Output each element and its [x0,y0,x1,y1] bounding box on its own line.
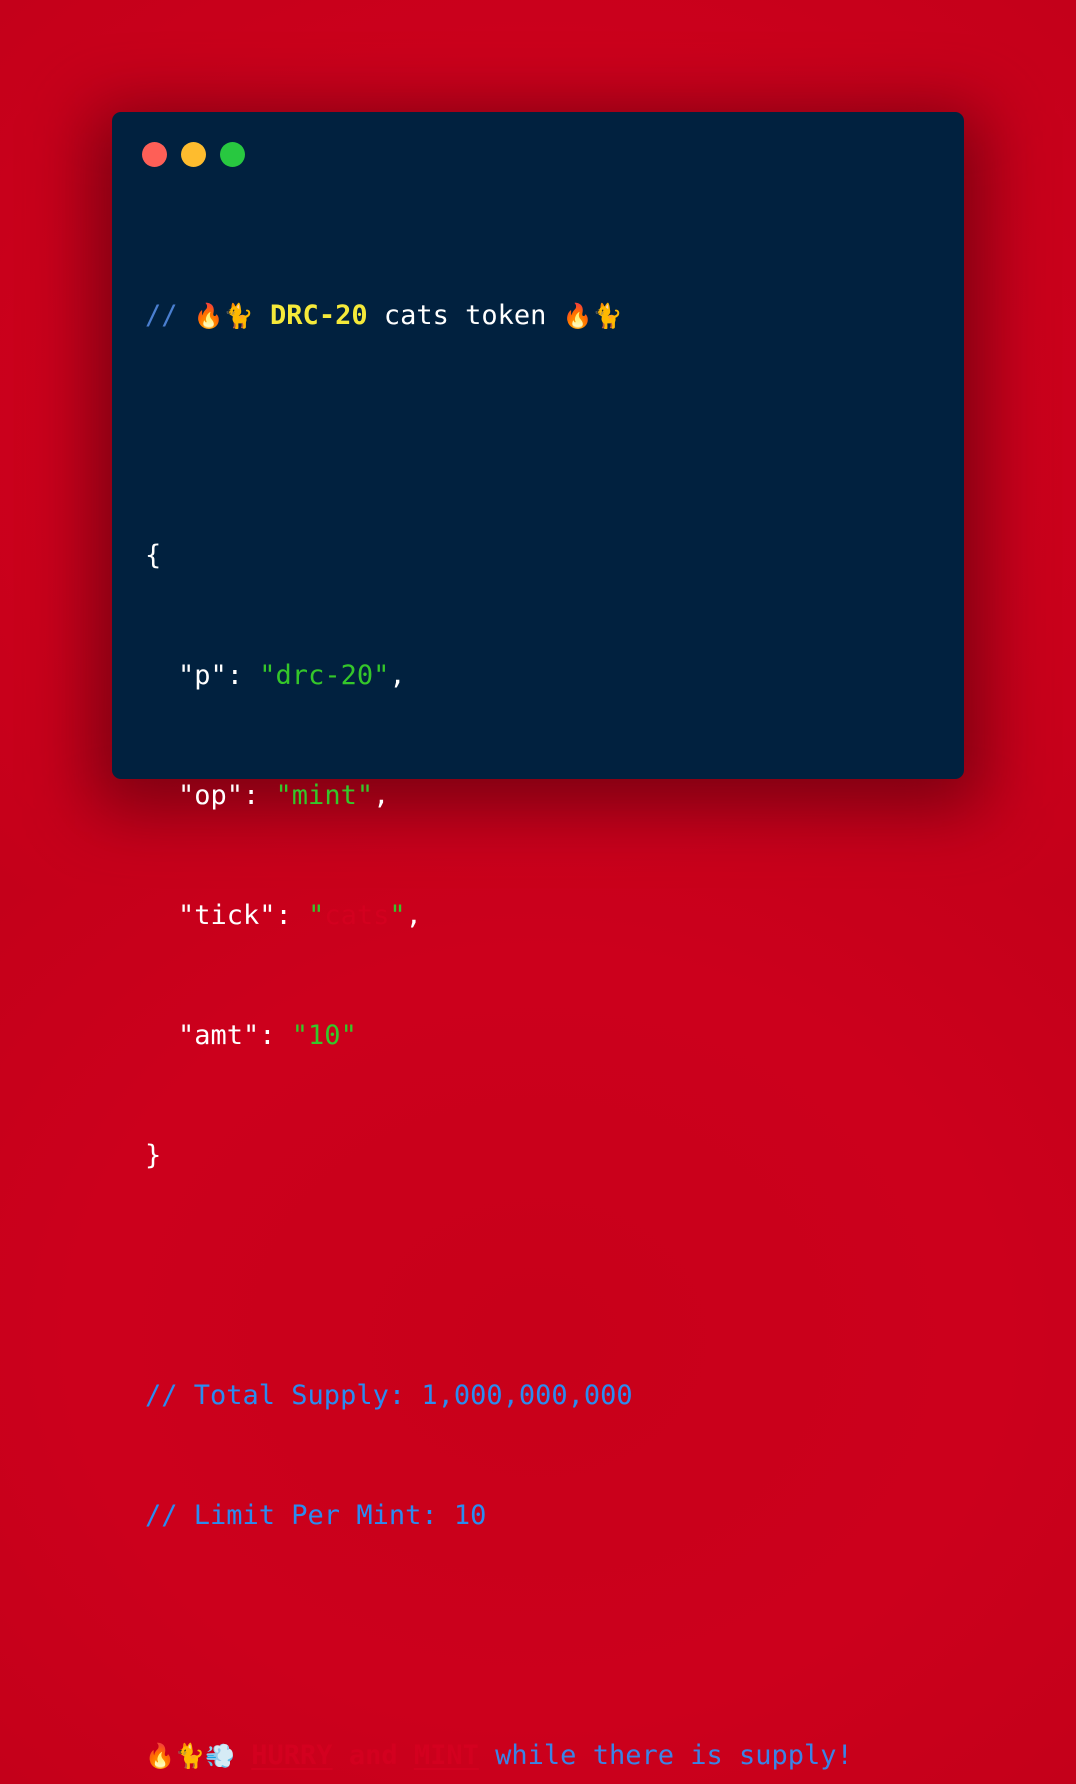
json-value: "mint" [275,780,374,811]
json-value-quote-open: " [308,900,325,931]
json-key: "op" [178,780,244,811]
json-value: "10" [291,1020,357,1051]
json-trailing: , [405,900,422,931]
mint-word: MINT [413,1740,479,1771]
supply-comment-line: // Total Supply: 1,000,000,000 [145,1376,853,1416]
header-comment-line: // 🔥🐈 DRC-20 cats token 🔥🐈 [145,296,853,336]
minimize-icon[interactable] [181,142,206,167]
code-window: // 🔥🐈 DRC-20 cats token 🔥🐈 { "p": "drc-2… [112,112,964,1771]
comment-slashes: // [145,300,178,331]
fire-icon: 🔥 [193,302,224,330]
json-line-amt: "amt": "10" [178,1020,357,1051]
cat-icon: 🐈 [592,302,623,330]
json-value: "drc-20" [259,660,390,691]
limit-comment-line: // Limit Per Mint: 10 [145,1496,853,1536]
json-key: "tick" [178,900,276,931]
open-brace: { [145,540,162,571]
total-supply-comment: // Total Supply: 1,000,000,000 [145,1380,633,1411]
and-word: and [348,1740,398,1771]
close-brace-line: } [145,1136,853,1176]
window-controls [142,142,245,167]
json-trailing: , [389,660,406,691]
json-trailing: , [373,780,390,811]
close-brace: } [145,1140,162,1171]
fire-icon: 🔥 [145,1742,175,1770]
header-text: cats token [383,300,547,331]
footer-text: while there is supply! [495,1740,853,1771]
close-icon[interactable] [142,142,167,167]
cat-icon: 🐈 [175,1742,205,1770]
cat-icon: 🐈 [223,302,254,330]
footer-line: 🔥🐈💨 HURRY and MINT while there is supply… [145,1736,853,1776]
code-content: // 🔥🐈 DRC-20 cats token 🔥🐈 { "p": "drc-2… [145,216,853,1784]
json-value-tick: cats [324,900,390,931]
json-line-op: "op": "mint", [178,780,390,811]
limit-per-mint-comment: // Limit Per Mint: 10 [145,1500,487,1531]
dash-icon: 💨 [205,1742,235,1770]
open-brace-line: { [145,536,853,576]
json-line-tick: "tick": "cats", [178,900,422,931]
fire-icon: 🔥 [562,302,593,330]
drc20-highlight: DRC-20 [270,300,368,331]
json-key: "p" [178,660,227,691]
maximize-icon[interactable] [220,142,245,167]
json-key: "amt" [178,1020,260,1051]
hurry-word: HURRY [251,1740,333,1771]
json-line-p: "p": "drc-20", [178,660,406,691]
json-value-quote-close: " [389,900,406,931]
